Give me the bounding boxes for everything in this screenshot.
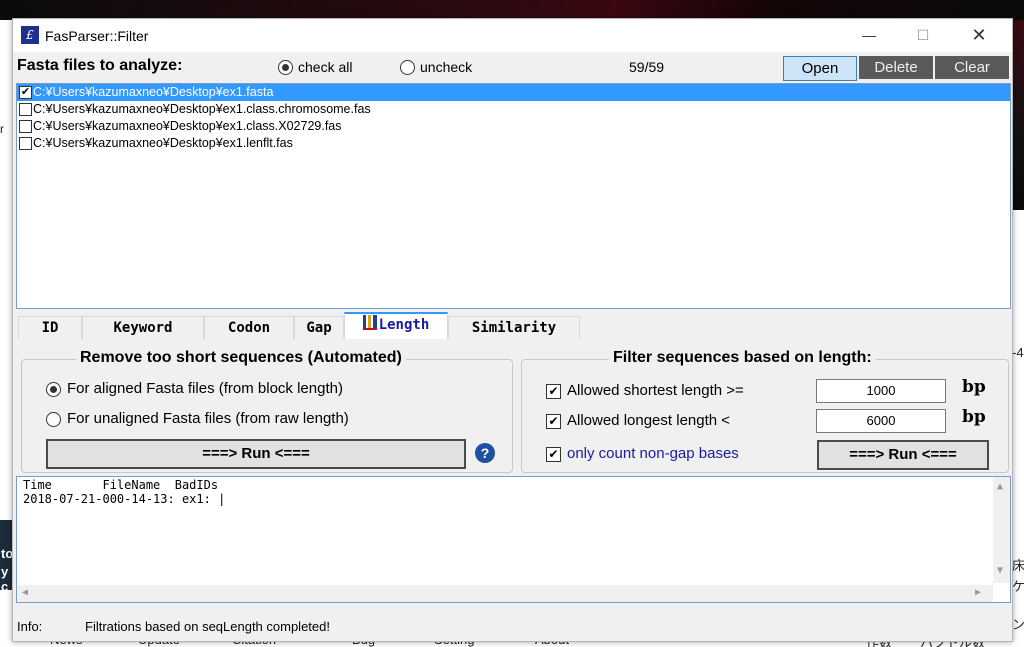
- check-all-radio[interactable]: [278, 60, 293, 75]
- tab-keyword[interactable]: Keyword: [82, 316, 204, 340]
- file-list-item[interactable]: C:¥Users¥kazumaxneo¥Desktop¥ex1.class.X0…: [17, 118, 1010, 135]
- file-checkbox[interactable]: [19, 103, 32, 116]
- file-checkbox[interactable]: ✔: [19, 86, 32, 99]
- log-vertical-scrollbar[interactable]: ▲ ▼: [993, 477, 1010, 583]
- background-text: -4: [1012, 345, 1024, 360]
- tab-length[interactable]: Length: [344, 312, 448, 342]
- background-text: ン: [1012, 617, 1024, 632]
- auto-filter-title: Remove too short sequences (Automated): [76, 349, 406, 367]
- file-list[interactable]: ✔ C:¥Users¥kazumaxneo¥Desktop¥ex1.fasta …: [16, 83, 1011, 309]
- status-bar: Info: Filtrations based on seqLength com…: [13, 615, 1012, 641]
- file-list-item[interactable]: ✔ C:¥Users¥kazumaxneo¥Desktop¥ex1.fasta: [17, 84, 1010, 101]
- file-list-item[interactable]: C:¥Users¥kazumaxneo¥Desktop¥ex1.lenflt.f…: [17, 135, 1010, 152]
- length-run-button[interactable]: ===> Run <===: [817, 440, 989, 470]
- status-message: Filtrations based on seqLength completed…: [85, 619, 330, 634]
- tab-similarity[interactable]: Similarity: [448, 316, 580, 340]
- tab-id[interactable]: ID: [18, 316, 82, 340]
- log-horizontal-scrollbar[interactable]: ◀ ▶: [17, 585, 993, 602]
- scroll-right-icon[interactable]: ▶: [975, 587, 981, 598]
- shortest-length-input[interactable]: 1000: [816, 379, 946, 403]
- file-checkbox[interactable]: [19, 120, 32, 133]
- minimize-button[interactable]: —: [846, 19, 892, 52]
- log-line: 2018-07-21-000-14-13: ex1: |: [23, 492, 226, 506]
- uncheck-label[interactable]: uncheck: [420, 59, 472, 75]
- longest-length-input[interactable]: 6000: [816, 409, 946, 433]
- tab-gap[interactable]: Gap: [294, 316, 344, 340]
- nongap-label[interactable]: only count non-gap bases: [567, 445, 739, 462]
- shortest-checkbox[interactable]: ✔: [546, 384, 561, 399]
- help-icon[interactable]: ?: [475, 443, 495, 463]
- bar-chart-icon: [362, 315, 377, 330]
- file-path: C:¥Users¥kazumaxneo¥Desktop¥ex1.class.X0…: [33, 119, 342, 133]
- file-path: C:¥Users¥kazumaxneo¥Desktop¥ex1.lenflt.f…: [33, 136, 293, 150]
- tab-strip: ID Keyword Codon Gap Length Similarity: [16, 312, 1009, 342]
- title-bar[interactable]: £ FasParser::Filter — ☐ ✕: [13, 19, 1012, 52]
- longest-label: Allowed longest length <: [567, 412, 731, 429]
- files-heading: Fasta files to analyze:: [17, 57, 183, 74]
- tab-label: Length: [378, 317, 430, 333]
- scroll-down-icon[interactable]: ▼: [997, 565, 1003, 576]
- background-text: r: [0, 122, 4, 136]
- maximize-button[interactable]: ☐: [900, 19, 946, 52]
- longest-checkbox[interactable]: ✔: [546, 414, 561, 429]
- shortest-unit: bp: [962, 377, 986, 397]
- check-all-label[interactable]: check all: [298, 59, 352, 75]
- unaligned-option-label[interactable]: For unaligned Fasta files (from raw leng…: [67, 410, 349, 427]
- scroll-left-icon[interactable]: ◀: [22, 587, 28, 598]
- delete-button[interactable]: Delete: [859, 56, 933, 79]
- shortest-label: Allowed shortest length >=: [567, 382, 744, 399]
- tab-label: Similarity: [471, 320, 557, 336]
- window-title: FasParser::Filter: [45, 28, 149, 44]
- length-filter-title: Filter sequences based on length:: [609, 349, 876, 367]
- file-checkbox[interactable]: [19, 137, 32, 150]
- aligned-radio[interactable]: [46, 382, 61, 397]
- file-path: C:¥Users¥kazumaxneo¥Desktop¥ex1.fasta: [33, 85, 274, 99]
- tab-label: Gap: [306, 320, 332, 336]
- aligned-option-label[interactable]: For aligned Fasta files (from block leng…: [67, 380, 343, 397]
- uncheck-radio[interactable]: [400, 60, 415, 75]
- background-text: 床: [1012, 558, 1024, 573]
- tab-label: Keyword: [113, 320, 173, 336]
- log-header: Time FileName BadIDs: [23, 478, 219, 492]
- filter-window: £ FasParser::Filter — ☐ ✕ Fasta files to…: [12, 18, 1013, 642]
- close-button[interactable]: ✕: [956, 19, 1002, 52]
- file-count: 59/59: [629, 59, 665, 75]
- length-tab-panel: Remove too short sequences (Automated) F…: [16, 339, 1009, 475]
- scroll-up-icon[interactable]: ▲: [997, 481, 1003, 492]
- open-button[interactable]: Open: [783, 56, 857, 81]
- tab-label: ID: [41, 320, 59, 336]
- status-label: Info:: [17, 619, 43, 634]
- tab-label: Codon: [227, 320, 271, 336]
- app-logo-icon: £: [21, 26, 39, 44]
- unaligned-radio[interactable]: [46, 412, 61, 427]
- clear-button[interactable]: Clear: [935, 56, 1009, 79]
- auto-run-button[interactable]: ===> Run <===: [46, 439, 466, 469]
- file-list-item[interactable]: C:¥Users¥kazumaxneo¥Desktop¥ex1.class.ch…: [17, 101, 1010, 118]
- longest-unit: bp: [962, 407, 986, 427]
- log-output[interactable]: Time FileName BadIDs 2018-07-21-000-14-1…: [16, 476, 1011, 603]
- tab-codon[interactable]: Codon: [204, 316, 294, 340]
- desktop-background: [0, 0, 1024, 20]
- file-path: C:¥Users¥kazumaxneo¥Desktop¥ex1.class.ch…: [33, 102, 371, 116]
- background-text: ケ: [1012, 579, 1024, 594]
- nongap-checkbox[interactable]: ✔: [546, 447, 561, 462]
